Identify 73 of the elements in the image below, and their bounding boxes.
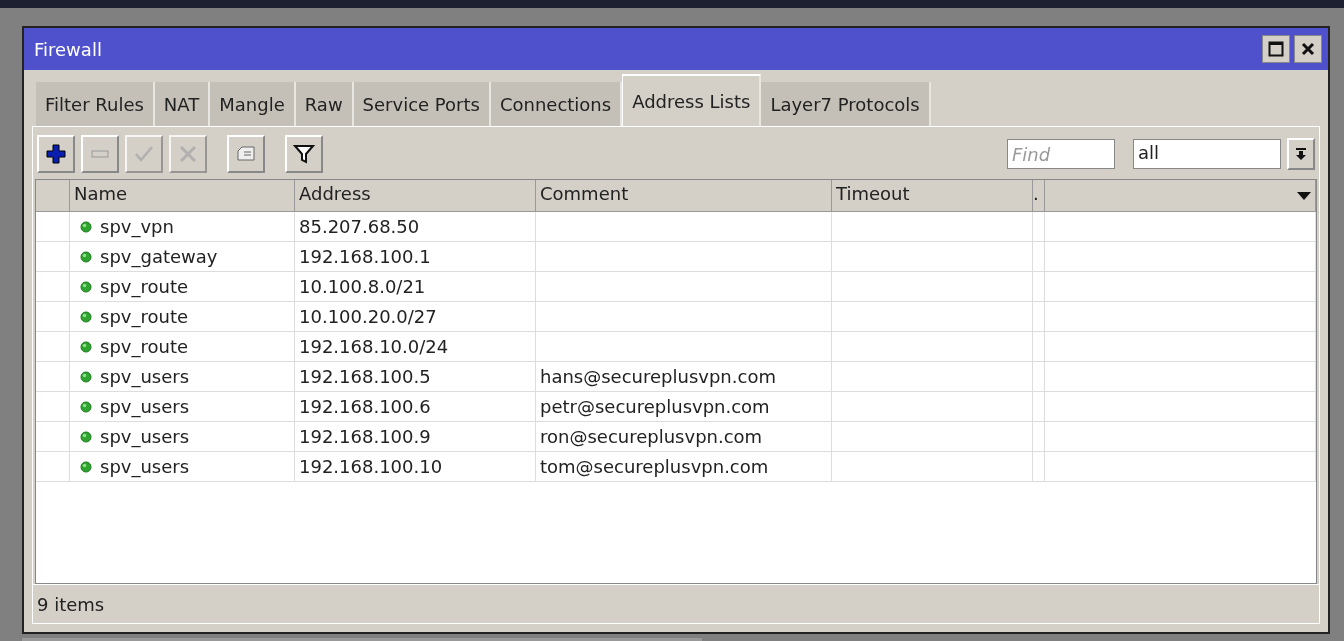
status-dot-icon <box>80 310 92 323</box>
table-cell: 192.168.10.0/24 <box>295 332 536 362</box>
table-cell: hans@secureplusvpn.com <box>536 362 832 392</box>
tab[interactable]: Layer7 Protocols <box>761 82 931 126</box>
cell-text: spv_route <box>100 306 188 327</box>
cell-text: spv_users <box>100 456 190 477</box>
table-cell <box>1033 392 1045 422</box>
status-dot-icon <box>80 430 92 443</box>
header-cell[interactable] <box>36 180 70 212</box>
column-header[interactable]: Timeout <box>832 180 1033 212</box>
tab[interactable]: NAT <box>154 82 211 126</box>
plus-icon <box>45 143 67 165</box>
table-cell: 192.168.100.6 <box>295 392 536 422</box>
tab[interactable]: Mangle <box>210 82 296 126</box>
status-dot-icon <box>80 400 92 413</box>
column-header[interactable]: . <box>1033 180 1045 212</box>
table-cell <box>1033 422 1045 452</box>
table-cell <box>1033 242 1045 272</box>
caret-icon <box>1297 191 1311 200</box>
table-cell <box>1033 272 1045 302</box>
cell-text: spv_users <box>100 426 190 447</box>
cell-text: spv_users <box>100 366 190 387</box>
table-cell: tom@secureplusvpn.com <box>536 452 832 482</box>
status-dot-icon <box>80 220 92 233</box>
column-header[interactable]: Name <box>70 180 295 212</box>
status-dot-icon <box>80 460 92 473</box>
table-cell: 85.207.68.50 <box>295 212 536 242</box>
dropdown-button[interactable] <box>1287 138 1315 170</box>
table-cell: ron@secureplusvpn.com <box>536 422 832 452</box>
arrow-down-icon <box>1295 147 1307 161</box>
table-cell: 192.168.100.1 <box>295 242 536 272</box>
status-text: 9 items <box>37 593 105 615</box>
cell-text: spv_route <box>100 276 188 297</box>
close-button[interactable] <box>1294 35 1322 63</box>
table-cell: petr@secureplusvpn.com <box>536 392 832 422</box>
find-field[interactable]: Find <box>1007 139 1115 169</box>
tab[interactable]: Service Ports <box>353 82 491 126</box>
table-cell <box>1033 212 1045 242</box>
cell-text: spv_users <box>100 396 190 417</box>
tab[interactable]: Address Lists <box>622 74 762 126</box>
table-cell <box>1033 332 1045 362</box>
column-header[interactable]: Comment <box>536 180 832 212</box>
cell-text: spv_route <box>100 336 188 357</box>
table-cell <box>1033 452 1045 482</box>
column-header[interactable]: Address <box>295 180 536 212</box>
tab[interactable]: Connections <box>490 82 623 126</box>
remove-button[interactable] <box>81 135 119 173</box>
table-cell: 192.168.100.9 <box>295 422 536 452</box>
add-button[interactable] <box>37 135 75 173</box>
status-dot-icon <box>80 280 92 293</box>
table-cell <box>1033 362 1045 392</box>
status-dot-icon <box>80 250 92 263</box>
tab[interactable]: Raw <box>295 82 354 126</box>
filter-button[interactable] <box>285 135 323 173</box>
maximize-icon <box>1268 41 1284 57</box>
table-cell: 10.100.8.0/21 <box>295 272 536 302</box>
cell-text: spv_vpn <box>100 216 174 237</box>
tab[interactable]: Filter Rules <box>36 82 155 126</box>
table-cell: 10.100.20.0/27 <box>295 302 536 332</box>
comment-button[interactable] <box>227 135 265 173</box>
cross-icon <box>177 143 199 165</box>
table-cell <box>1033 302 1045 332</box>
filter-icon <box>293 143 315 165</box>
table-cell: 192.168.100.5 <box>295 362 536 392</box>
close-icon <box>1300 41 1316 57</box>
filter-dropdown[interactable]: all <box>1133 139 1281 169</box>
cell-text: spv_gateway <box>100 246 218 267</box>
maximize-button[interactable] <box>1262 35 1290 63</box>
window-title: Firewall <box>34 38 102 60</box>
column-menu-button[interactable] <box>1045 180 1316 212</box>
status-dot-icon <box>80 370 92 383</box>
status-dot-icon <box>80 340 92 353</box>
table-cell: 192.168.100.10 <box>295 452 536 482</box>
